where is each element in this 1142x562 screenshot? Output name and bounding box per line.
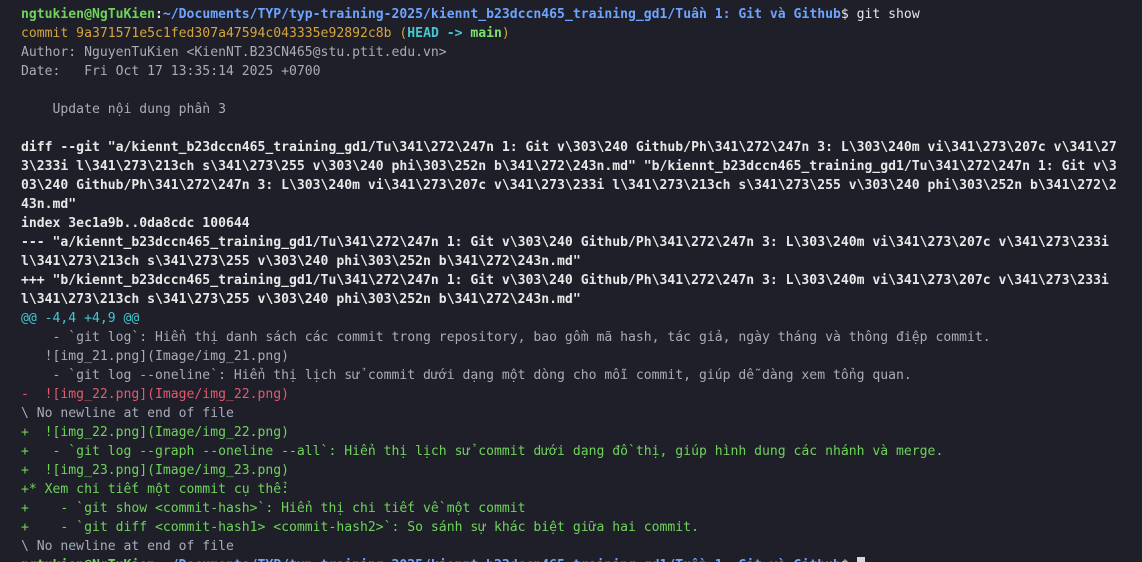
prompt-line: ngtukien@NgTuKien:~/Documents/TYP/typ-tr… [21, 5, 1142, 24]
commit-author: Author: NguyenTuKien <KienNT.B23CN465@st… [21, 45, 447, 60]
commit-date: Date: Fri Oct 17 13:35:14 2025 +0700 [21, 64, 321, 79]
terminal-window[interactable]: ngtukien@NgTuKien:~/Documents/TYP/typ-tr… [0, 0, 1142, 562]
diff-old-file-line: l\341\273\213ch s\341\273\255 v\303\240 … [21, 254, 581, 269]
diff-added-line: + ![img_23.png](Image/img_23.png) [21, 463, 290, 478]
diff-context-line: \ No newline at end of file [21, 406, 234, 421]
commit-message: Update nội dung phần 3 [21, 102, 226, 117]
diff-index-line: index 3ec1a9b..0da8cdc 100644 [21, 216, 250, 231]
prompt-symbol: $ [840, 7, 849, 22]
prompt-user-host: ngtukien@NgTuKien [21, 7, 156, 22]
commit-hash: commit 9a371571e5c1fed307a47594c043335e9… [21, 26, 392, 41]
diff-context-line: ![img_21.png](Image/img_21.png) [21, 349, 290, 364]
diff-header-line: diff --git "a/kiennt_b23dccn465_training… [21, 140, 1117, 155]
diff-context-line: - `git log`: Hiển thị danh sách các comm… [21, 330, 991, 345]
diff-header-line: 03\240 Github/Ph\341\272\247n 3: L\303\2… [21, 178, 1117, 193]
diff-context-line: \ No newline at end of file [21, 539, 234, 554]
refs-open: ( [391, 26, 408, 41]
prompt-user-host: ngtukien@NgTuKien [21, 558, 155, 562]
commit-line: commit 9a371571e5c1fed307a47594c043335e9… [21, 24, 1142, 43]
diff-context-line: - `git log --oneline`: Hiển thị lịch sử … [21, 368, 912, 383]
diff-new-file-line: l\341\273\213ch s\341\273\255 v\303\240 … [21, 292, 581, 307]
prompt-path: ~/Documents/TYP/typ-training-2025/kiennt… [163, 558, 841, 562]
diff-old-file-line: --- "a/kiennt_b23dccn465_training_gd1/Tu… [21, 235, 1109, 250]
prompt-separator: : [155, 7, 163, 22]
diff-header-line: 43n.md" [21, 197, 77, 212]
next-prompt-line: ngtukien@NgTuKien:~/Documents/TYP/typ-tr… [21, 556, 1142, 562]
prompt-separator: : [155, 558, 163, 562]
diff-new-file-line: +++ "b/kiennt_b23dccn465_training_gd1/Tu… [21, 273, 1109, 288]
diff-added-line: + - `git diff <commit-hash1> <commit-has… [21, 520, 699, 535]
diff-removed-line: - ![img_22.png](Image/img_22.png) [21, 387, 290, 402]
prompt-path: ~/Documents/TYP/typ-training-2025/kiennt… [162, 7, 841, 22]
head-ref: HEAD -> [407, 26, 471, 41]
text-cursor [856, 557, 865, 562]
prompt-command: git show [848, 7, 920, 22]
hunk-header: @@ -4,4 +4,9 @@ [21, 311, 140, 326]
diff-added-line: + - `git log --graph --oneline --all`: H… [21, 444, 944, 459]
diff-added-line: + - `git show <commit-hash>`: Hiển thị c… [21, 501, 526, 516]
diff-header-line: 3\233i l\341\273\213ch s\341\273\255 v\3… [21, 159, 1117, 174]
diff-added-line: + ![img_22.png](Image/img_22.png) [21, 425, 290, 440]
branch-ref: main [470, 26, 502, 41]
refs-close: ) [501, 26, 510, 41]
prompt-symbol: $ [841, 558, 849, 562]
diff-added-line: +* Xem chi tiết một commit cụ thể: [21, 482, 290, 497]
